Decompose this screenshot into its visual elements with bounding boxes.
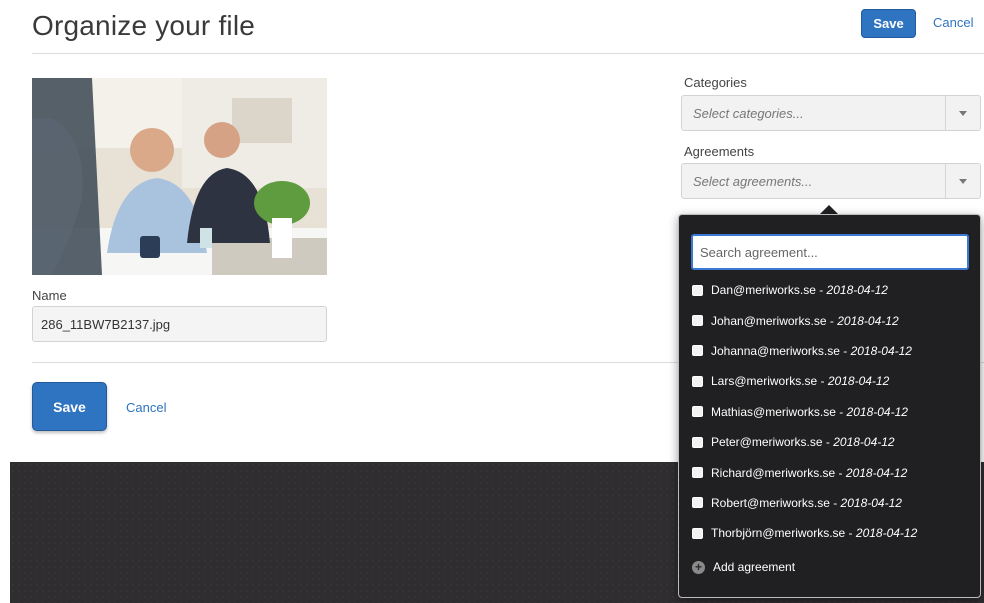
cancel-link[interactable]: Cancel: [126, 400, 166, 415]
categories-label: Categories: [684, 75, 747, 90]
agreement-option-label: Richard@meriworks.se - 2018-04-12: [711, 466, 907, 480]
agreement-email: Johan@meriworks.se: [711, 313, 827, 328]
agreement-date: 2018-04-12: [855, 526, 918, 541]
agreement-date: 2018-04-12: [833, 435, 895, 450]
agreement-option[interactable]: Johanna@meriworks.se - 2018-04-12: [692, 336, 972, 366]
separator: -: [829, 495, 841, 510]
agreement-date: 2018-04-12: [845, 465, 908, 480]
agreement-option-label: Robert@meriworks.se - 2018-04-12: [711, 496, 902, 510]
agreement-date: 2018-04-12: [840, 495, 902, 510]
separator: -: [835, 465, 846, 480]
separator: -: [845, 526, 856, 541]
agreement-option[interactable]: Peter@meriworks.se - 2018-04-12: [692, 427, 972, 457]
separator: -: [815, 283, 827, 298]
agreement-email: Johanna@meriworks.se: [711, 343, 840, 358]
agreement-option[interactable]: Mathias@meriworks.se - 2018-04-12: [692, 397, 972, 427]
select-divider: [945, 96, 946, 130]
checkbox[interactable]: [692, 497, 703, 509]
agreement-email: Richard@meriworks.se: [711, 465, 836, 480]
select-divider: [945, 164, 946, 198]
page-title: Organize your file: [32, 10, 256, 41]
header-divider: [32, 53, 984, 54]
agreement-option-label: Johan@meriworks.se - 2018-04-12: [711, 314, 899, 328]
categories-select[interactable]: Select categories...: [681, 95, 981, 131]
agreement-list: Dan@meriworks.se - 2018-04-12 Johan@meri…: [692, 275, 972, 549]
agreement-option-label: Peter@meriworks.se - 2018-04-12: [711, 435, 895, 449]
separator: -: [835, 404, 847, 419]
checkbox[interactable]: [692, 467, 703, 479]
agreement-option[interactable]: Dan@meriworks.se - 2018-04-12: [692, 275, 972, 305]
save-button[interactable]: Save: [32, 382, 107, 431]
agreements-label: Agreements: [684, 144, 755, 159]
agreement-date: 2018-04-12: [826, 283, 888, 298]
separator: -: [822, 435, 834, 450]
agreement-date: 2018-04-12: [837, 313, 899, 328]
agreements-select[interactable]: Select agreements...: [681, 163, 981, 199]
separator: -: [817, 374, 828, 389]
agreement-option[interactable]: Lars@meriworks.se - 2018-04-12: [692, 366, 972, 396]
agreement-email: Thorbjörn@meriworks.se: [711, 526, 846, 541]
checkbox[interactable]: [692, 284, 703, 296]
agreement-date: 2018-04-12: [827, 374, 890, 389]
agreement-option[interactable]: Robert@meriworks.se - 2018-04-12: [692, 488, 972, 518]
checkbox[interactable]: [692, 406, 703, 418]
checkbox[interactable]: [692, 375, 703, 387]
separator: -: [839, 343, 851, 358]
agreement-search-input[interactable]: [691, 234, 969, 270]
file-preview-image: [32, 78, 327, 275]
plus-circle-icon: +: [692, 560, 705, 574]
agreement-option-label: Johanna@meriworks.se - 2018-04-12: [711, 344, 912, 358]
agreement-date: 2018-04-12: [846, 404, 908, 419]
agreement-option[interactable]: Johan@meriworks.se - 2018-04-12: [692, 305, 972, 335]
agreements-dropdown: Dan@meriworks.se - 2018-04-12 Johan@meri…: [678, 214, 981, 598]
agreement-email: Peter@meriworks.se: [711, 435, 823, 450]
checkbox[interactable]: [692, 527, 703, 539]
categories-placeholder: Select categories...: [693, 106, 804, 121]
add-agreement-button[interactable]: + Add agreement: [692, 560, 795, 574]
agreement-email: Dan@meriworks.se: [711, 283, 816, 298]
chevron-down-icon[interactable]: [959, 179, 967, 184]
checkbox[interactable]: [692, 436, 703, 448]
organize-file-page: Organize your file Save Cancel Name Save…: [0, 0, 984, 603]
separator: -: [826, 313, 838, 328]
name-input[interactable]: [32, 306, 327, 342]
agreements-placeholder: Select agreements...: [693, 174, 813, 189]
name-label: Name: [32, 288, 67, 303]
agreement-option-label: Thorbjörn@meriworks.se - 2018-04-12: [711, 526, 917, 540]
checkbox[interactable]: [692, 345, 703, 357]
agreement-option-label: Dan@meriworks.se - 2018-04-12: [711, 283, 888, 297]
agreement-option-label: Lars@meriworks.se - 2018-04-12: [711, 374, 889, 388]
agreement-option-label: Mathias@meriworks.se - 2018-04-12: [711, 405, 908, 419]
checkbox[interactable]: [692, 315, 703, 327]
agreement-option[interactable]: Thorbjörn@meriworks.se - 2018-04-12: [692, 518, 972, 548]
header-save-button[interactable]: Save: [861, 9, 916, 38]
agreement-email: Robert@meriworks.se: [711, 495, 830, 510]
header-cancel-link[interactable]: Cancel: [933, 15, 973, 30]
add-agreement-label: Add agreement: [713, 560, 796, 574]
agreement-email: Mathias@meriworks.se: [711, 404, 836, 419]
agreement-email: Lars@meriworks.se: [711, 374, 818, 389]
agreement-option[interactable]: Richard@meriworks.se - 2018-04-12: [692, 457, 972, 487]
agreement-date: 2018-04-12: [850, 343, 912, 358]
chevron-down-icon[interactable]: [959, 111, 967, 116]
